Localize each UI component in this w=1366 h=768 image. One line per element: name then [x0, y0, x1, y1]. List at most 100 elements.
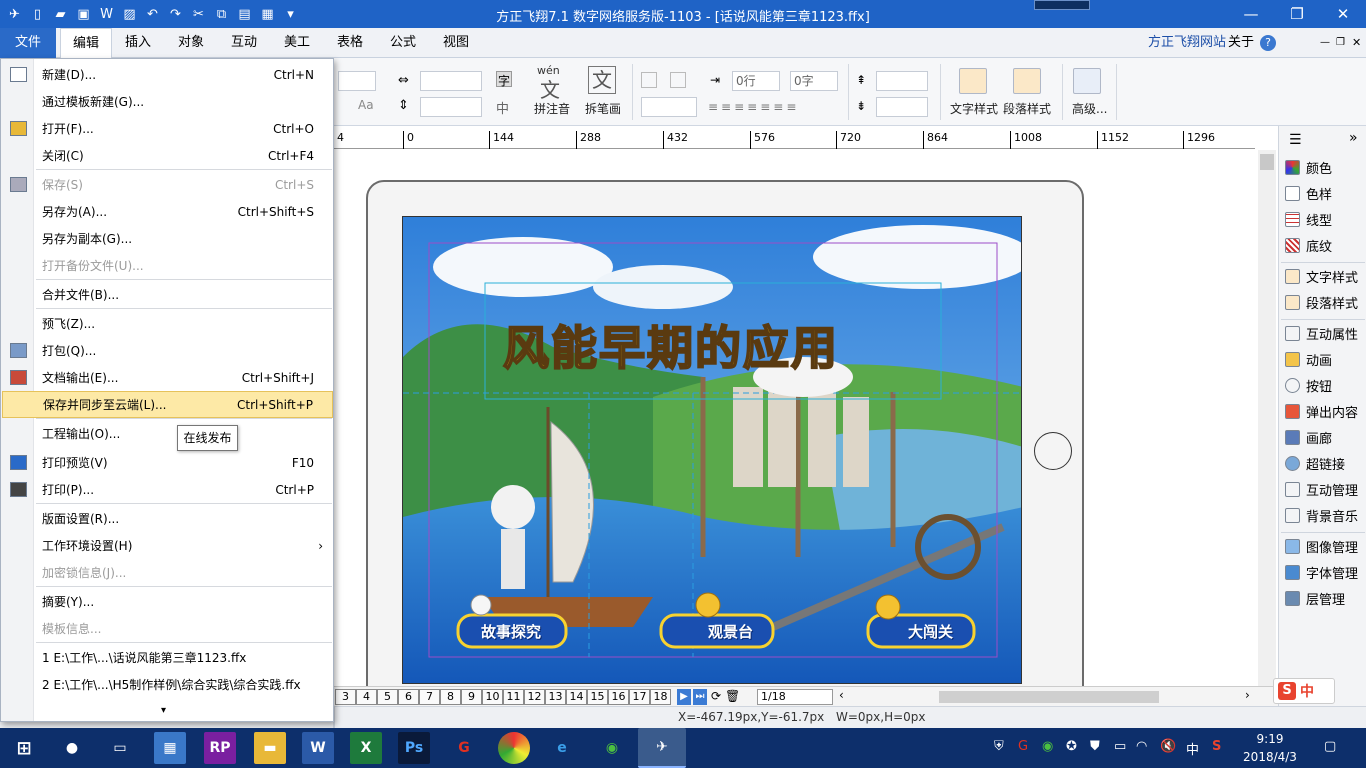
text-style-icon[interactable]: [959, 68, 987, 94]
scroll-right-icon[interactable]: ›: [1245, 688, 1250, 702]
file-menu-item[interactable]: 关闭(C) Ctrl+F4: [2, 142, 333, 169]
page-thumb[interactable]: 9: [461, 689, 482, 705]
file-menu-item[interactable]: 打印(P)... Ctrl+P: [2, 476, 333, 503]
char-style-button[interactable]: 字: [496, 71, 512, 88]
tab-interactive[interactable]: 互动: [219, 28, 269, 58]
file-menu-item[interactable]: 通过模板新建(G)...: [2, 88, 333, 115]
file-menu-item[interactable]: 新建(D)... Ctrl+N: [2, 61, 333, 88]
page-thumb[interactable]: 6: [398, 689, 419, 705]
panel-item-gallery[interactable]: 画廊: [1285, 424, 1332, 450]
fangzheng-app-icon[interactable]: ✈: [638, 728, 686, 768]
advanced-icon[interactable]: [1073, 68, 1101, 94]
panel-item-color[interactable]: 颜色: [1285, 154, 1332, 180]
advanced-button[interactable]: 高级...: [1072, 100, 1107, 117]
page-thumb[interactable]: 5: [377, 689, 398, 705]
space-after-field[interactable]: [876, 97, 928, 117]
menu-expand-icon[interactable]: ▾: [161, 705, 166, 716]
last-page-icon[interactable]: ⏭: [693, 689, 707, 705]
line-indent-field[interactable]: 0行: [732, 71, 780, 91]
file-menu-item[interactable]: 版面设置(R)...: [2, 505, 333, 532]
axure-rp-icon[interactable]: RP: [204, 732, 236, 764]
file-explorer-icon[interactable]: ▬: [254, 732, 286, 764]
text-style-button[interactable]: 文字样式: [950, 100, 998, 117]
page-thumb[interactable]: 15: [587, 689, 608, 705]
panel-item-button[interactable]: 按钮: [1285, 372, 1332, 398]
char-spacing-field[interactable]: [420, 71, 482, 91]
file-menu-item[interactable]: 另存为(A)... Ctrl+Shift+S: [2, 198, 333, 225]
indent-field[interactable]: [641, 97, 697, 117]
tab-insert[interactable]: 插入: [113, 28, 163, 58]
site-link[interactable]: 方正飞翔网站: [1148, 28, 1226, 58]
paragraph-align-icons[interactable]: ≡≡≡≡≡≡≡: [708, 100, 799, 114]
ribbon-minimize-icon[interactable]: —: [1320, 28, 1330, 58]
page-thumb[interactable]: 4: [356, 689, 377, 705]
scroll-left-icon[interactable]: ‹: [839, 688, 844, 702]
app-icon-computer[interactable]: ▦: [154, 732, 186, 764]
sogou-tray-icon[interactable]: S: [1212, 739, 1221, 754]
next-page-icon[interactable]: ▶: [677, 689, 691, 705]
ime-toolbar[interactable]: S 中: [1273, 678, 1335, 704]
tray-g-icon[interactable]: G: [1018, 739, 1028, 754]
challenge-button[interactable]: 大闯关: [908, 621, 953, 642]
tab-art[interactable]: 美工: [272, 28, 322, 58]
word-icon[interactable]: W: [302, 732, 334, 764]
file-menu-item[interactable]: 工程输出(O)...: [2, 420, 333, 447]
story-explore-button[interactable]: 故事探究: [481, 621, 541, 642]
panel-item-interactive-props[interactable]: 互动属性: [1285, 320, 1358, 346]
tab-file[interactable]: 文件: [0, 28, 56, 58]
tab-object[interactable]: 对象: [166, 28, 216, 58]
panel-item-swatch[interactable]: 色样: [1285, 180, 1332, 206]
app-icon-g[interactable]: G: [448, 732, 480, 764]
file-menu-item[interactable]: 打开(F)... Ctrl+O: [2, 115, 333, 142]
horizontal-scroll-thumb[interactable]: [939, 691, 1159, 703]
panel-item-shading[interactable]: 底纹: [1285, 232, 1332, 258]
file-menu-item[interactable]: 另存为副本(G)...: [2, 225, 333, 252]
page-number-field[interactable]: 1/18: [757, 689, 833, 705]
split-stroke-icon[interactable]: 文: [588, 66, 616, 94]
file-menu-item[interactable]: 1 E:\工作\...\话说风能第三章1123.ffx: [2, 644, 333, 671]
file-menu-item[interactable]: 摘要(Y)...: [2, 588, 333, 615]
line-spacing-field[interactable]: [420, 97, 482, 117]
tab-view[interactable]: 视图: [431, 28, 481, 58]
notification-icon[interactable]: ▢: [1324, 739, 1336, 754]
file-menu-item[interactable]: 保存并同步至云端(L)... Ctrl+Shift+P: [2, 391, 333, 418]
tray-wechat-icon[interactable]: ◉: [1042, 739, 1053, 754]
vertical-scrollbar[interactable]: [1258, 150, 1276, 686]
tab-table[interactable]: 表格: [325, 28, 375, 58]
page-thumb[interactable]: 17: [629, 689, 650, 705]
chrome-icon[interactable]: [498, 732, 530, 764]
panel-item-para-style[interactable]: 段落样式: [1285, 289, 1358, 315]
file-menu-item[interactable]: 合并文件(B)...: [2, 281, 333, 308]
delete-page-icon[interactable]: 🗑: [725, 689, 740, 703]
battery-icon[interactable]: ▭: [1114, 739, 1126, 754]
clock[interactable]: 9:19 2018/4/3: [1240, 730, 1300, 766]
tab-formula[interactable]: 公式: [378, 28, 428, 58]
refresh-icon[interactable]: ⟳: [711, 689, 721, 703]
page-thumb[interactable]: 16: [608, 689, 629, 705]
file-menu-item[interactable]: 打印预览(V) F10: [2, 449, 333, 476]
excel-icon[interactable]: X: [350, 732, 382, 764]
panel-item-interactive-mgmt[interactable]: 互动管理: [1285, 476, 1358, 502]
ime-indicator[interactable]: 中: [1186, 739, 1199, 758]
photoshop-icon[interactable]: Ps: [398, 732, 430, 764]
tab-edit[interactable]: 编辑: [60, 28, 113, 58]
page-thumb[interactable]: 12: [524, 689, 545, 705]
file-menu-item[interactable]: 工作环境设置(H) ›: [2, 532, 333, 559]
wechat-icon[interactable]: ◉: [596, 732, 628, 764]
page-thumb[interactable]: 11: [503, 689, 524, 705]
page-thumb[interactable]: 8: [440, 689, 461, 705]
pinyin-icon[interactable]: 文: [540, 74, 560, 103]
emphasis-mark-button[interactable]: 中: [496, 98, 509, 117]
restore-button[interactable]: ❐: [1274, 0, 1320, 28]
para-style-button[interactable]: 段落样式: [1003, 100, 1051, 117]
file-menu-item[interactable]: 打包(Q)...: [2, 337, 333, 364]
page-thumb[interactable]: 7: [419, 689, 440, 705]
ribbon-restore-icon[interactable]: ❐: [1336, 28, 1345, 58]
tray-app-icon[interactable]: ✪: [1066, 739, 1077, 754]
volume-icon[interactable]: 🔇: [1160, 739, 1176, 754]
panel-item-popup[interactable]: 弹出内容: [1285, 398, 1358, 424]
help-icon[interactable]: ?: [1260, 35, 1276, 51]
minimize-button[interactable]: —: [1228, 0, 1274, 28]
close-button[interactable]: ✕: [1320, 0, 1366, 28]
scroll-thumb[interactable]: [1260, 154, 1274, 170]
